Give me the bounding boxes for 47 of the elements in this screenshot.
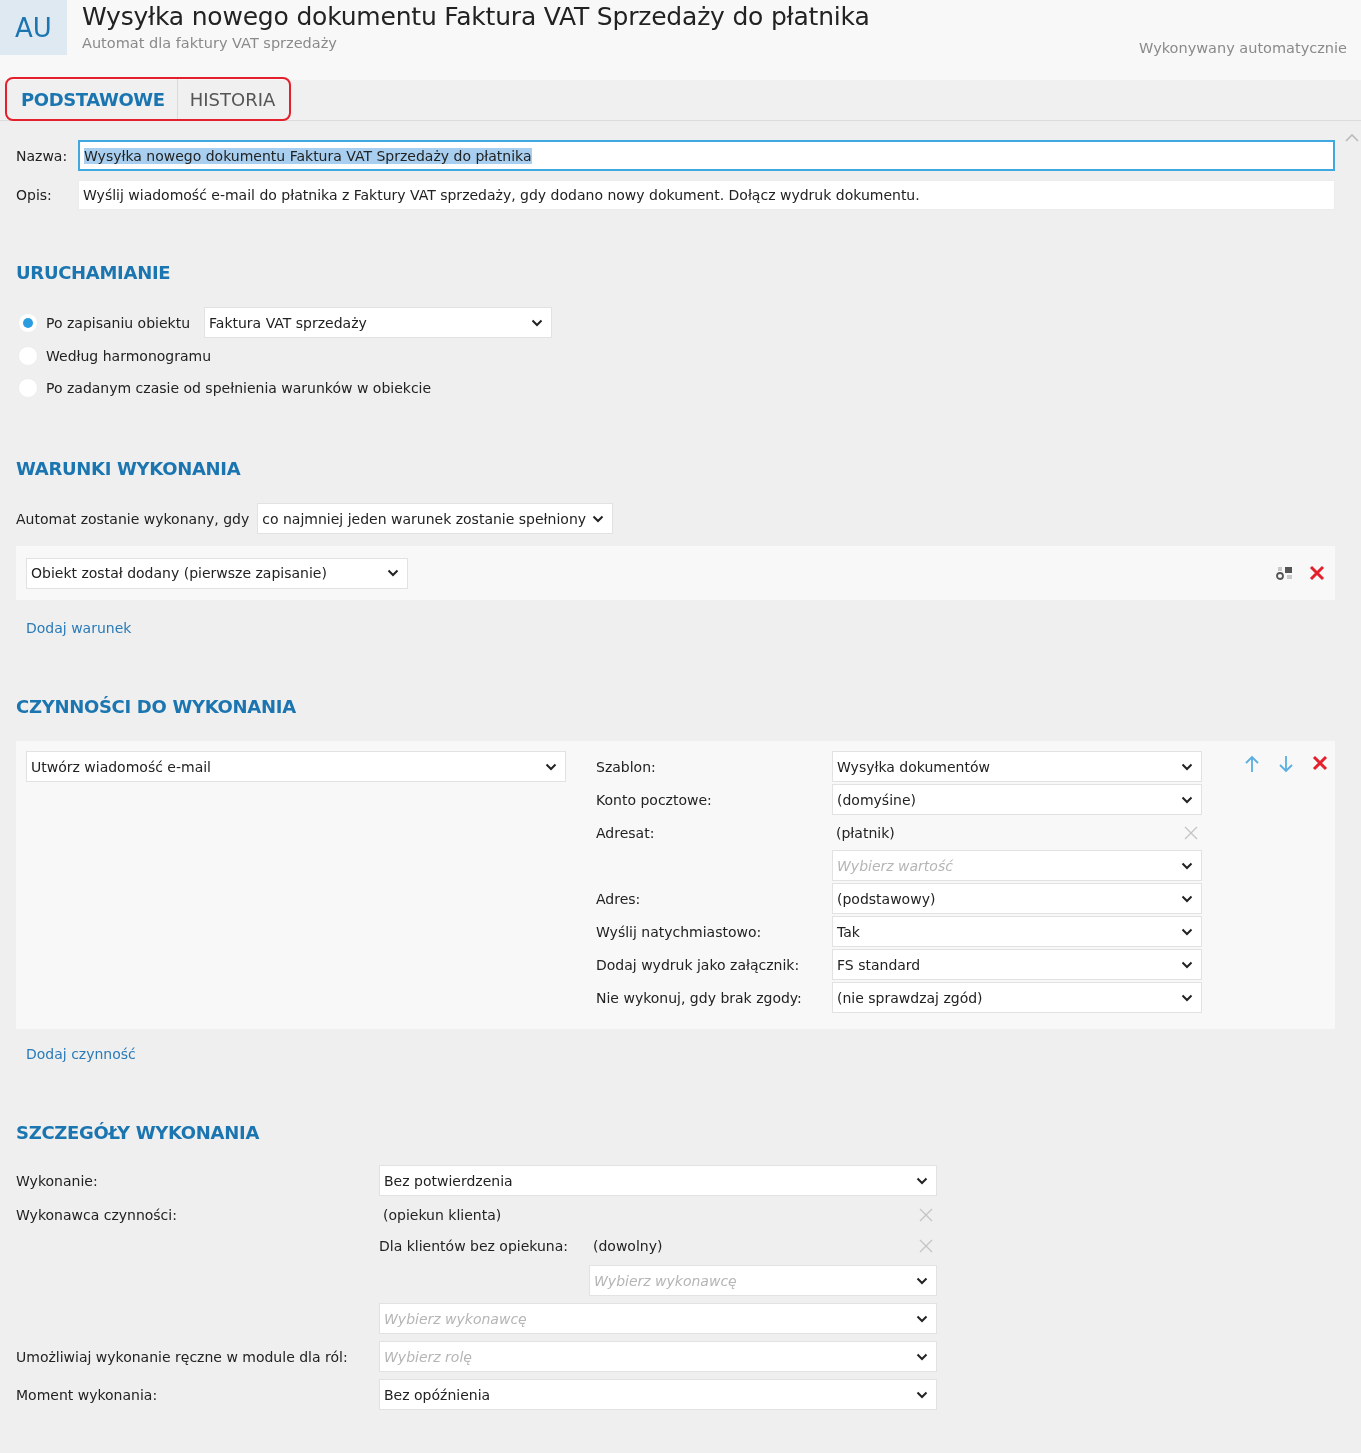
field-label: Wykonanie: [16,1172,98,1189]
tab[interactable]: HISTORIA [176,79,288,119]
add-condition-link[interactable]: Dodaj warunek [26,620,132,636]
dropdown-field[interactable]: co najmniej jeden warunek zostanie spełniony [257,503,614,534]
section-heading: WARUNKI WYKONANIA [16,458,242,479]
selected-value: (dowolny) [593,1238,663,1254]
field-label: Automat zostanie wykonany, gdy [16,510,250,527]
field-label: Dodaj wydruk jako załącznik: [596,956,801,973]
field-label: Umożliwiaj wykonanie ręczne w module dla ról: [16,1348,348,1365]
field-label: Adresat: [596,824,656,841]
field-label: Nazwa: [16,147,69,164]
dropdown-field[interactable]: (podstawowy) [832,883,1202,914]
app-badge: AU [0,0,67,55]
dropdown-field[interactable]: (domyśine) [832,784,1202,815]
radio-label: Po zapisaniu obiektu [46,314,191,331]
dropdown-field[interactable]: Wysyłka dokumentów [832,751,1202,782]
window-subtitle: Automat dla faktury VAT sprzedaży [82,35,338,51]
tab[interactable]: PODSTAWOWE [9,79,177,119]
section-heading: URUCHAMIANIE [16,262,172,283]
dropdown-field[interactable]: Utwórz wiadomość e-mail [26,751,566,782]
dropdown-field[interactable]: Faktura VAT sprzedaży [204,307,553,338]
dropdown-field[interactable]: Bez opóźnienia [379,1379,937,1410]
selected-value: (płatnik) [836,824,895,841]
description-input[interactable]: Wyślij wiadomość e-mail do płatnika z Faktury VAT sprzedaży, gdy dodano nowy dokument. Dołącz wydruk dokumentu. [78,180,1335,210]
field-label: Adres: [596,890,642,907]
field-label: Dla klientów bez opiekuna: [379,1238,568,1254]
dropdown-field[interactable]: Tak [832,916,1202,947]
window-title: Wysyłka nowego dokumentu Faktura VAT Sprzedaży do płatnika [82,2,871,31]
name-input[interactable]: Wysyłka nowego dokumentu Faktura VAT Sprzedaży do płatnika [78,140,1335,171]
dropdown-field[interactable]: Bez potwierdzenia [379,1165,937,1196]
field-label: Opis: [16,187,53,203]
field-label: Moment wykonania: [16,1386,158,1403]
dropdown-field[interactable]: FS standard [832,949,1202,980]
field-label: Szablon: [596,758,657,775]
field-label: Wyślij natychmiastowo: [596,923,763,940]
selected-value: (opiekun klienta) [383,1207,502,1223]
section-heading: SZCZEGÓŁY WYKONANIA [16,1122,261,1143]
status-text: Wykonywany automatycznie [1139,40,1348,56]
radio-label: Według harmonogramu [46,348,212,364]
field-label: Konto pocztowe: [596,791,713,808]
add-action-link[interactable]: Dodaj czynność [26,1046,136,1062]
radio-label: Po zadanym czasie od spełnienia warunków w obiekcie [46,380,432,396]
section-heading: CZYNNOŚCI DO WYKONANIA [16,696,297,717]
dropdown-field[interactable]: (nie sprawdzaj zgód) [832,982,1202,1013]
dropdown-field[interactable]: Obiekt został dodany (pierwsze zapisanie) [26,557,408,589]
field-label: Nie wykonuj, gdy brak zgody: [596,989,803,1006]
field-label: Wykonawca czynności: [16,1207,177,1223]
